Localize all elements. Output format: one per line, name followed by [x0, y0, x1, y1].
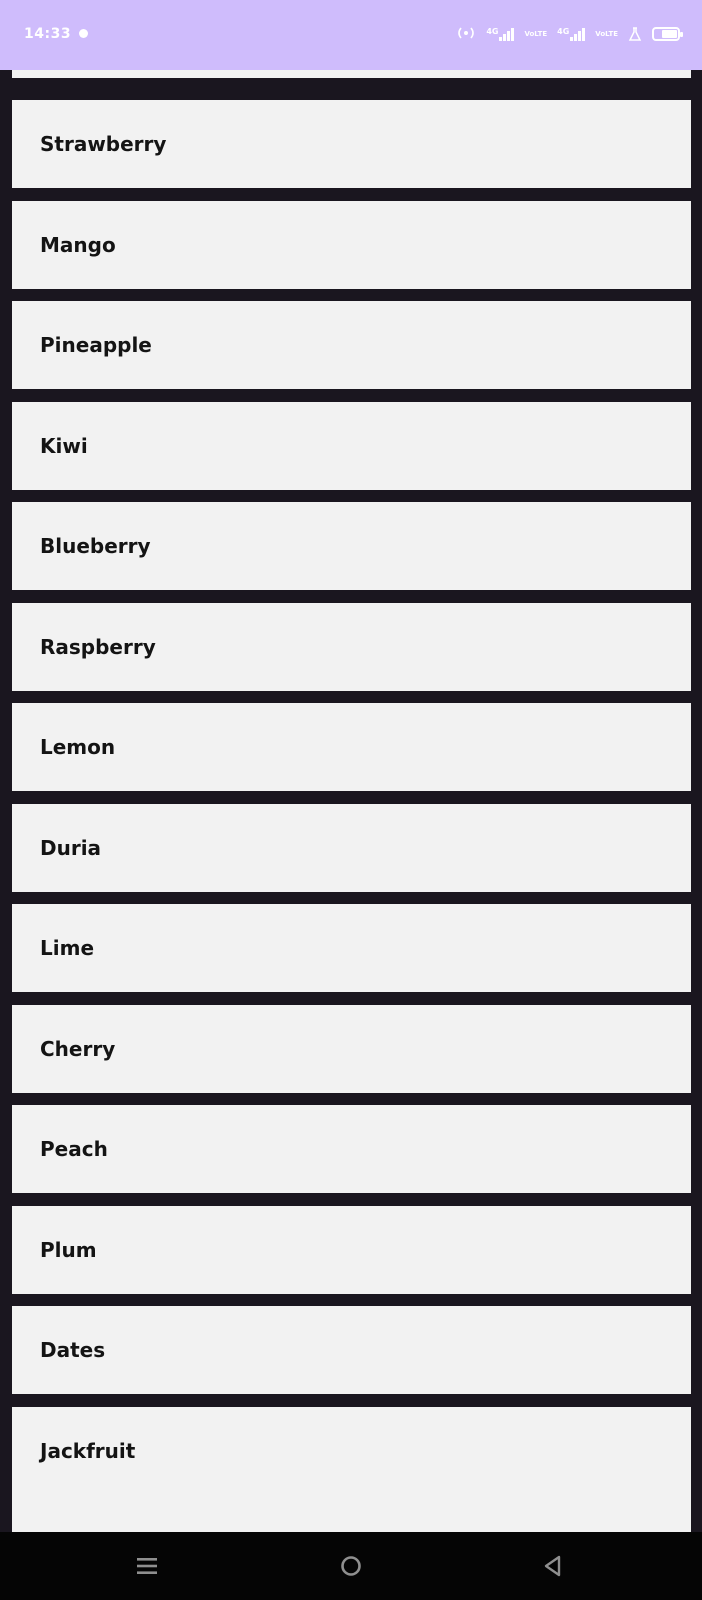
list-item-label: Duria [40, 836, 102, 860]
fruit-list[interactable]: Strawberry Mango Pineapple Kiwi Blueberry Ras… [0, 70, 702, 1532]
list-item[interactable]: Raspberry [12, 603, 691, 691]
list-item[interactable]: Strawberry [12, 100, 691, 188]
list-item-label: Pineapple [40, 333, 152, 357]
list-item[interactable]: Plum [12, 1206, 691, 1294]
battery-fill [662, 30, 677, 38]
home-button[interactable] [329, 1544, 373, 1588]
list-item[interactable]: Mango [12, 201, 691, 289]
volte-label-2: VoLTE [595, 30, 618, 38]
battery-icon [652, 27, 683, 41]
list-item-label: Cherry [40, 1037, 116, 1061]
list-item-label: Dates [40, 1338, 106, 1362]
flask-icon [628, 27, 642, 41]
hotspot-icon [456, 25, 476, 44]
volte-label: VoLTE [524, 30, 548, 38]
recents-button[interactable] [125, 1544, 169, 1588]
network-label-2: 4G [557, 27, 570, 36]
status-time: 14:33 [24, 26, 72, 42]
list-item-label: Plum [40, 1238, 97, 1262]
status-icons: 4G VoLTE 4G VoLTE [456, 24, 683, 44]
list-item-label: Peach [40, 1137, 108, 1161]
list-item[interactable]: Blueberry [12, 502, 691, 590]
notification-dot-icon [79, 29, 88, 38]
list-item-label: Raspberry [40, 635, 156, 659]
list-item[interactable]: Pineapple [12, 301, 691, 389]
network-label: 4G [486, 27, 499, 36]
list-item[interactable]: Duria [12, 804, 691, 892]
list-item-partial-top[interactable] [12, 70, 691, 78]
list-item-partial-bottom[interactable] [12, 1480, 691, 1532]
menu-icon [137, 1558, 157, 1574]
list-item[interactable]: Dates [12, 1306, 691, 1394]
list-item-label: Strawberry [40, 132, 167, 156]
list-item[interactable]: Peach [12, 1105, 691, 1193]
list-item-label: Lemon [40, 735, 116, 759]
signal-icon: 4G [486, 27, 515, 41]
back-button[interactable] [531, 1544, 575, 1588]
list-item-label: Lime [40, 936, 95, 960]
list-item[interactable]: Lemon [12, 703, 691, 791]
list-item[interactable]: Cherry [12, 1005, 691, 1093]
list-item-label: Blueberry [40, 534, 151, 558]
circle-icon [341, 1556, 361, 1576]
list-item[interactable]: Lime [12, 904, 691, 992]
list-item-label: Mango [40, 233, 116, 257]
signal-icon-2: 4G [557, 27, 586, 41]
triangle-back-icon [544, 1555, 561, 1577]
list-item-label: Kiwi [40, 434, 88, 458]
list-item[interactable]: Kiwi [12, 402, 691, 490]
status-bar: 14:33 4G VoLTE 4G VoLTE [0, 0, 702, 70]
navigation-bar [0, 1532, 702, 1600]
